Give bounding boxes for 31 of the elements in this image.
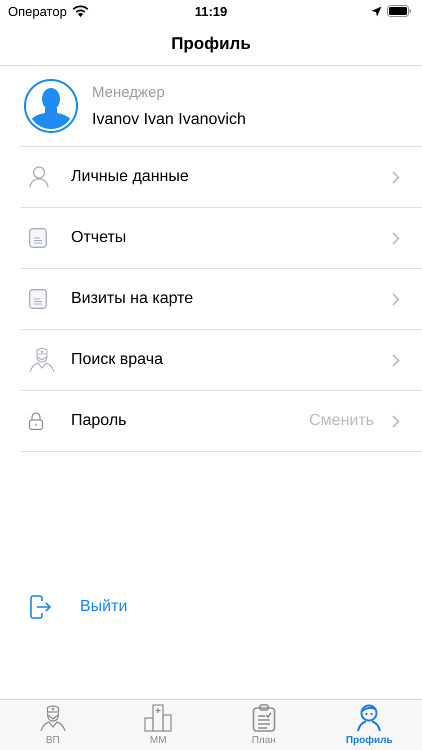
menu-item[interactable]: Отчеты [21, 208, 422, 269]
role-label: Менеджер [92, 84, 166, 100]
menu-item[interactable]: Личные данные [21, 147, 422, 208]
tab[interactable]: Профиль [316, 700, 422, 750]
avatar-icon [24, 79, 78, 133]
user-name: Ivanov Ivan Ivanovich [92, 110, 246, 128]
menu-item[interactable]: Визиты на карте [21, 269, 422, 330]
battery-icon [387, 5, 412, 17]
profile-icon [356, 704, 382, 732]
chevron-icon [392, 354, 400, 366]
doctor-icon [29, 347, 55, 373]
chevron-icon [392, 292, 400, 306]
document-icon [29, 228, 47, 248]
document-icon [29, 289, 47, 309]
hospital-icon [144, 704, 172, 732]
person-icon [29, 166, 49, 188]
location-icon [371, 6, 382, 16]
chevron-icon [392, 232, 400, 244]
screen-title: Профиль [171, 34, 251, 54]
carrier-name: Оператор [8, 4, 67, 18]
wifi-icon [72, 5, 89, 17]
menu-item[interactable]: Пароль Сменить [21, 391, 422, 452]
logout-icon [30, 595, 52, 619]
menu-item[interactable]: Поиск врача [21, 330, 422, 391]
lock-icon [29, 412, 43, 430]
chevron-icon [392, 414, 400, 428]
status-time: 11:19 [194, 4, 228, 18]
doctor-icon [40, 704, 66, 732]
chevron-icon [392, 170, 400, 184]
clipboard-icon [252, 704, 276, 732]
menu-value: Сменить [309, 412, 374, 430]
